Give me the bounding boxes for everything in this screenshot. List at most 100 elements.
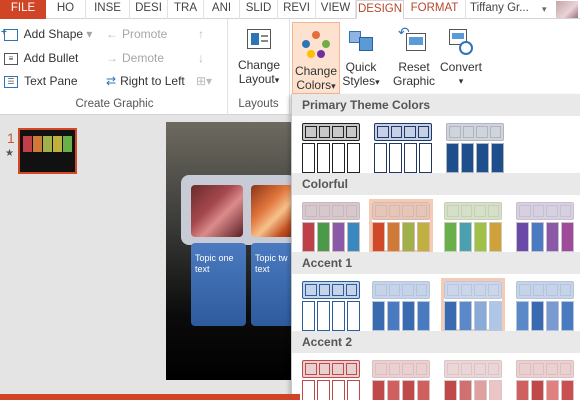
tab-transitions[interactable]: TRA xyxy=(168,0,204,19)
swatch-bottom-cell xyxy=(546,380,559,400)
change-layout-button[interactable]: Change Layout▾ xyxy=(234,23,284,87)
swatch-top-cell xyxy=(474,363,486,375)
swatch-top-cell xyxy=(476,126,488,138)
swatch-top-row xyxy=(302,202,360,220)
swatch-top-row xyxy=(444,360,502,378)
swatch-top-cell xyxy=(546,284,558,296)
tab-smartart-design[interactable]: DESIGN xyxy=(356,0,404,20)
swatch-bottom-cell xyxy=(302,222,315,252)
swatch-top-cell xyxy=(415,284,427,296)
change-colors-button[interactable]: Change Colors▾ xyxy=(292,22,340,94)
swatch-bottom-cell xyxy=(417,380,430,400)
reset-graphic-button[interactable]: ↶ Reset Graphic xyxy=(392,25,436,88)
color-swatch[interactable] xyxy=(513,278,577,332)
text-pane-button[interactable]: ☰ Text Pane xyxy=(4,74,78,88)
swatch-bottom-cell xyxy=(489,380,502,400)
swatch-top-cell xyxy=(375,205,387,217)
color-swatch[interactable] xyxy=(443,120,507,174)
swatch-bottom-cell xyxy=(419,143,432,173)
reset-graphic-label-1: Reset xyxy=(398,60,430,74)
color-swatch[interactable] xyxy=(513,357,577,400)
tab-insert[interactable]: INSE xyxy=(86,0,130,19)
swatch-top-row xyxy=(516,360,574,378)
move-up-icon[interactable]: ↑ xyxy=(198,27,204,41)
swatch-top-cell xyxy=(417,126,429,138)
swatch-bottom-cell xyxy=(317,301,330,331)
swatch-bottom-cell xyxy=(531,222,544,252)
swatch-top-cell xyxy=(532,284,544,296)
text-pane-label: Text Pane xyxy=(24,74,78,88)
add-bullet-button[interactable]: ≡ Add Bullet xyxy=(4,51,78,65)
swatch-bottom-cell xyxy=(446,143,459,173)
tab-format[interactable]: FORMAT xyxy=(404,0,466,19)
swatch-bottom-cell xyxy=(372,380,385,400)
swatch-bottom-cell xyxy=(516,222,529,252)
convert-label: Convert xyxy=(439,60,483,74)
swatch-preview xyxy=(302,360,360,400)
swatch-preview xyxy=(446,123,504,173)
user-dropdown-icon[interactable]: ▾ xyxy=(542,0,547,18)
swatch-preview xyxy=(374,123,432,173)
color-swatch[interactable] xyxy=(299,120,363,174)
color-swatch[interactable] xyxy=(513,199,577,253)
move-down-icon[interactable]: ↓ xyxy=(198,51,204,65)
color-swatch[interactable] xyxy=(299,278,363,332)
slide-photo-1[interactable] xyxy=(191,185,243,237)
color-swatch[interactable] xyxy=(369,357,433,400)
add-shape-button[interactable]: + Add Shape ▾ xyxy=(1,27,92,41)
swatch-bottom-row xyxy=(372,301,430,331)
promote-button[interactable]: ← Promote xyxy=(106,27,167,41)
swatch-bottom-row xyxy=(302,301,360,331)
swatch-bottom-cell xyxy=(332,301,345,331)
smartart-card-2[interactable]: Topic tw text xyxy=(251,243,296,326)
swatch-bottom-cell xyxy=(374,143,387,173)
smartart-card-1[interactable]: Topic one text xyxy=(191,243,246,326)
tab-file[interactable]: FILE xyxy=(0,0,46,19)
right-to-left-button[interactable]: ⇄ Right to Left xyxy=(106,74,185,88)
swatch-top-cell xyxy=(559,363,571,375)
color-swatch[interactable] xyxy=(299,357,363,400)
swatch-top-row xyxy=(302,123,360,141)
color-swatch[interactable] xyxy=(371,120,435,174)
swatch-top-cell xyxy=(489,126,501,138)
tab-review[interactable]: REVI xyxy=(278,0,316,19)
layout-org-icon[interactable]: ⊞▾ xyxy=(196,74,212,88)
swatch-bottom-cell xyxy=(491,143,504,173)
tab-design-main[interactable]: DESI xyxy=(130,0,168,19)
swatch-bottom-row xyxy=(516,380,574,400)
quick-styles-button[interactable]: Quick Styles▾ xyxy=(340,25,382,89)
color-swatch[interactable] xyxy=(299,199,363,253)
avatar[interactable] xyxy=(556,1,578,18)
swatch-top-cell xyxy=(345,284,357,296)
quick-styles-label-2: Styles▾ xyxy=(342,74,380,88)
swatch-top-cell xyxy=(332,284,344,296)
swatch-bottom-row xyxy=(516,222,574,252)
demote-button[interactable]: → Demote xyxy=(106,51,164,65)
color-swatch[interactable] xyxy=(441,278,505,332)
color-swatch[interactable] xyxy=(369,199,433,253)
convert-button[interactable]: Convert ▾ xyxy=(438,25,484,88)
swatch-top-cell xyxy=(318,126,330,138)
color-swatch[interactable] xyxy=(441,199,505,253)
slide-thumbnail[interactable] xyxy=(18,128,77,174)
swatch-top-cell xyxy=(404,126,416,138)
change-colors-label-1: Change xyxy=(294,64,338,78)
tab-slideshow[interactable]: SLID xyxy=(240,0,278,19)
swatch-top-cell xyxy=(318,284,330,296)
right-to-left-label: Right to Left xyxy=(120,74,185,88)
swatch-top-cell xyxy=(447,363,459,375)
tab-animations[interactable]: ANI xyxy=(204,0,240,19)
color-swatch[interactable] xyxy=(369,278,433,332)
swatch-top-cell xyxy=(375,284,387,296)
color-swatch[interactable] xyxy=(441,357,505,400)
tab-home[interactable]: HO xyxy=(46,0,86,19)
swatch-preview xyxy=(444,360,502,400)
swatch-bottom-cell xyxy=(332,222,345,252)
swatch-top-cell xyxy=(388,284,400,296)
tab-view[interactable]: VIEW xyxy=(316,0,356,19)
swatch-top-cell xyxy=(415,363,427,375)
swatch-preview xyxy=(516,281,574,331)
user-name[interactable]: Tiffany Gr... xyxy=(470,0,552,19)
swatch-bottom-cell xyxy=(474,301,487,331)
swatch-bottom-cell xyxy=(302,380,315,400)
